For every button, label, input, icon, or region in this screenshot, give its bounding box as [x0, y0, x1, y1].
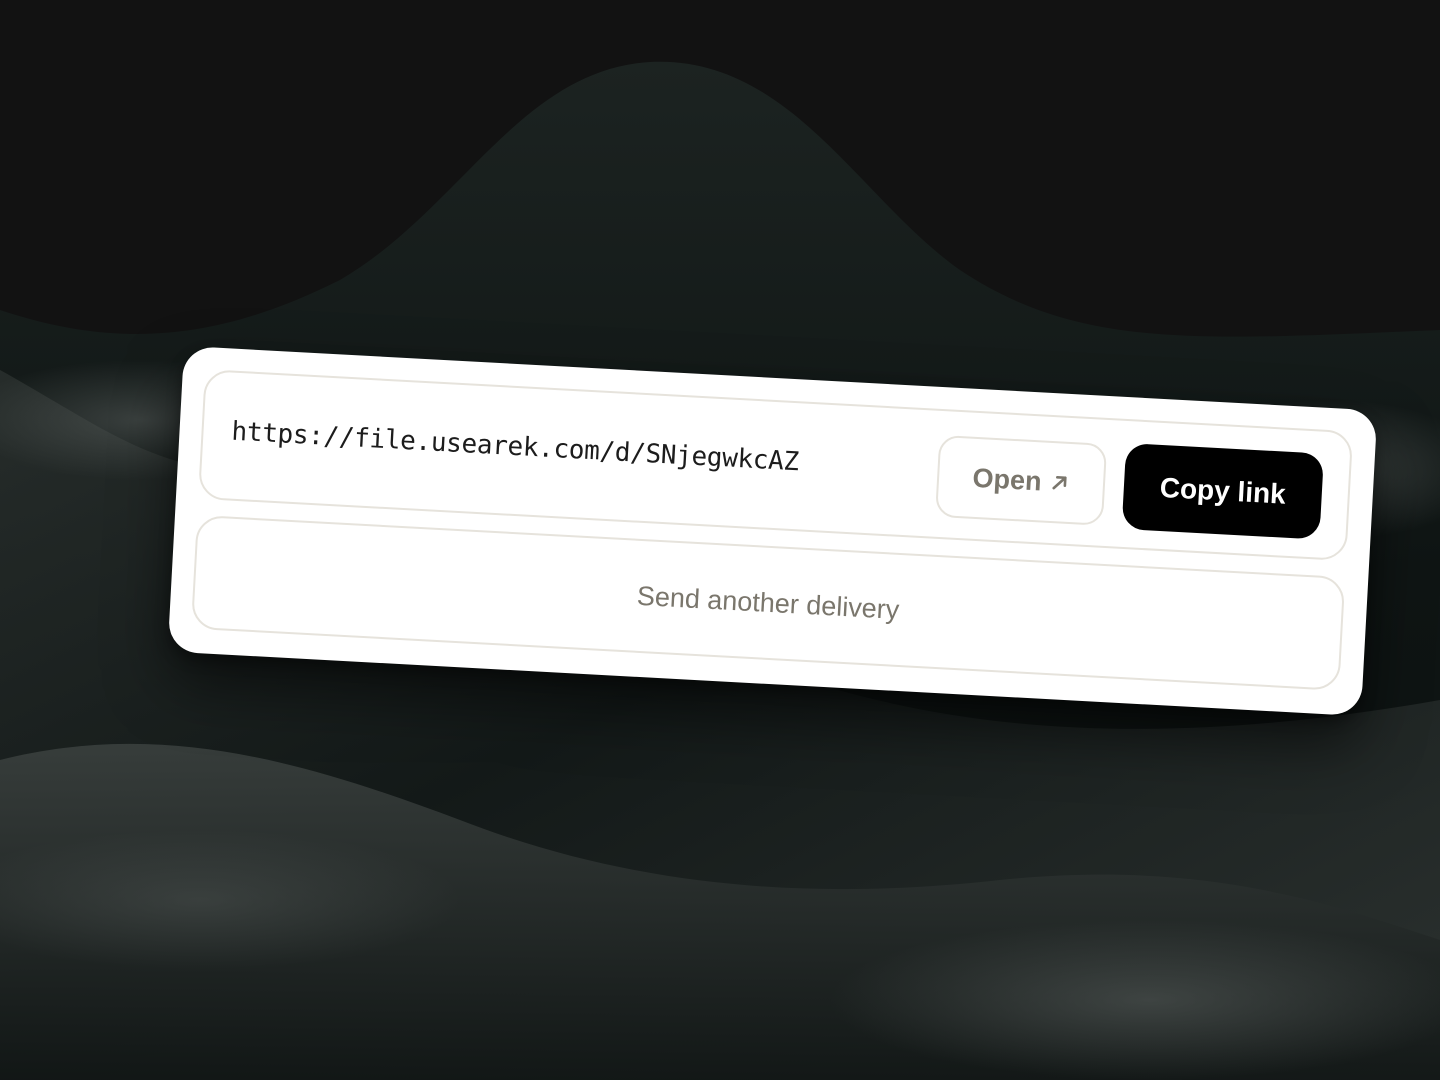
delivery-url-text[interactable]: https://file.usearek.com/d/SNjegwkcAZ — [231, 417, 800, 478]
open-button[interactable]: Open — [935, 434, 1108, 526]
open-button-label: Open — [971, 462, 1043, 496]
copy-link-button[interactable]: Copy link — [1121, 443, 1324, 540]
copy-link-label: Copy link — [1159, 471, 1287, 510]
delivery-link-card: https://file.usearek.com/d/SNjegwkcAZ Op… — [167, 345, 1378, 717]
send-another-delivery-label: Send another delivery — [636, 580, 901, 625]
scene: https://file.usearek.com/d/SNjegwkcAZ Op… — [0, 0, 1440, 1080]
arrow-up-right-icon — [1049, 472, 1070, 493]
